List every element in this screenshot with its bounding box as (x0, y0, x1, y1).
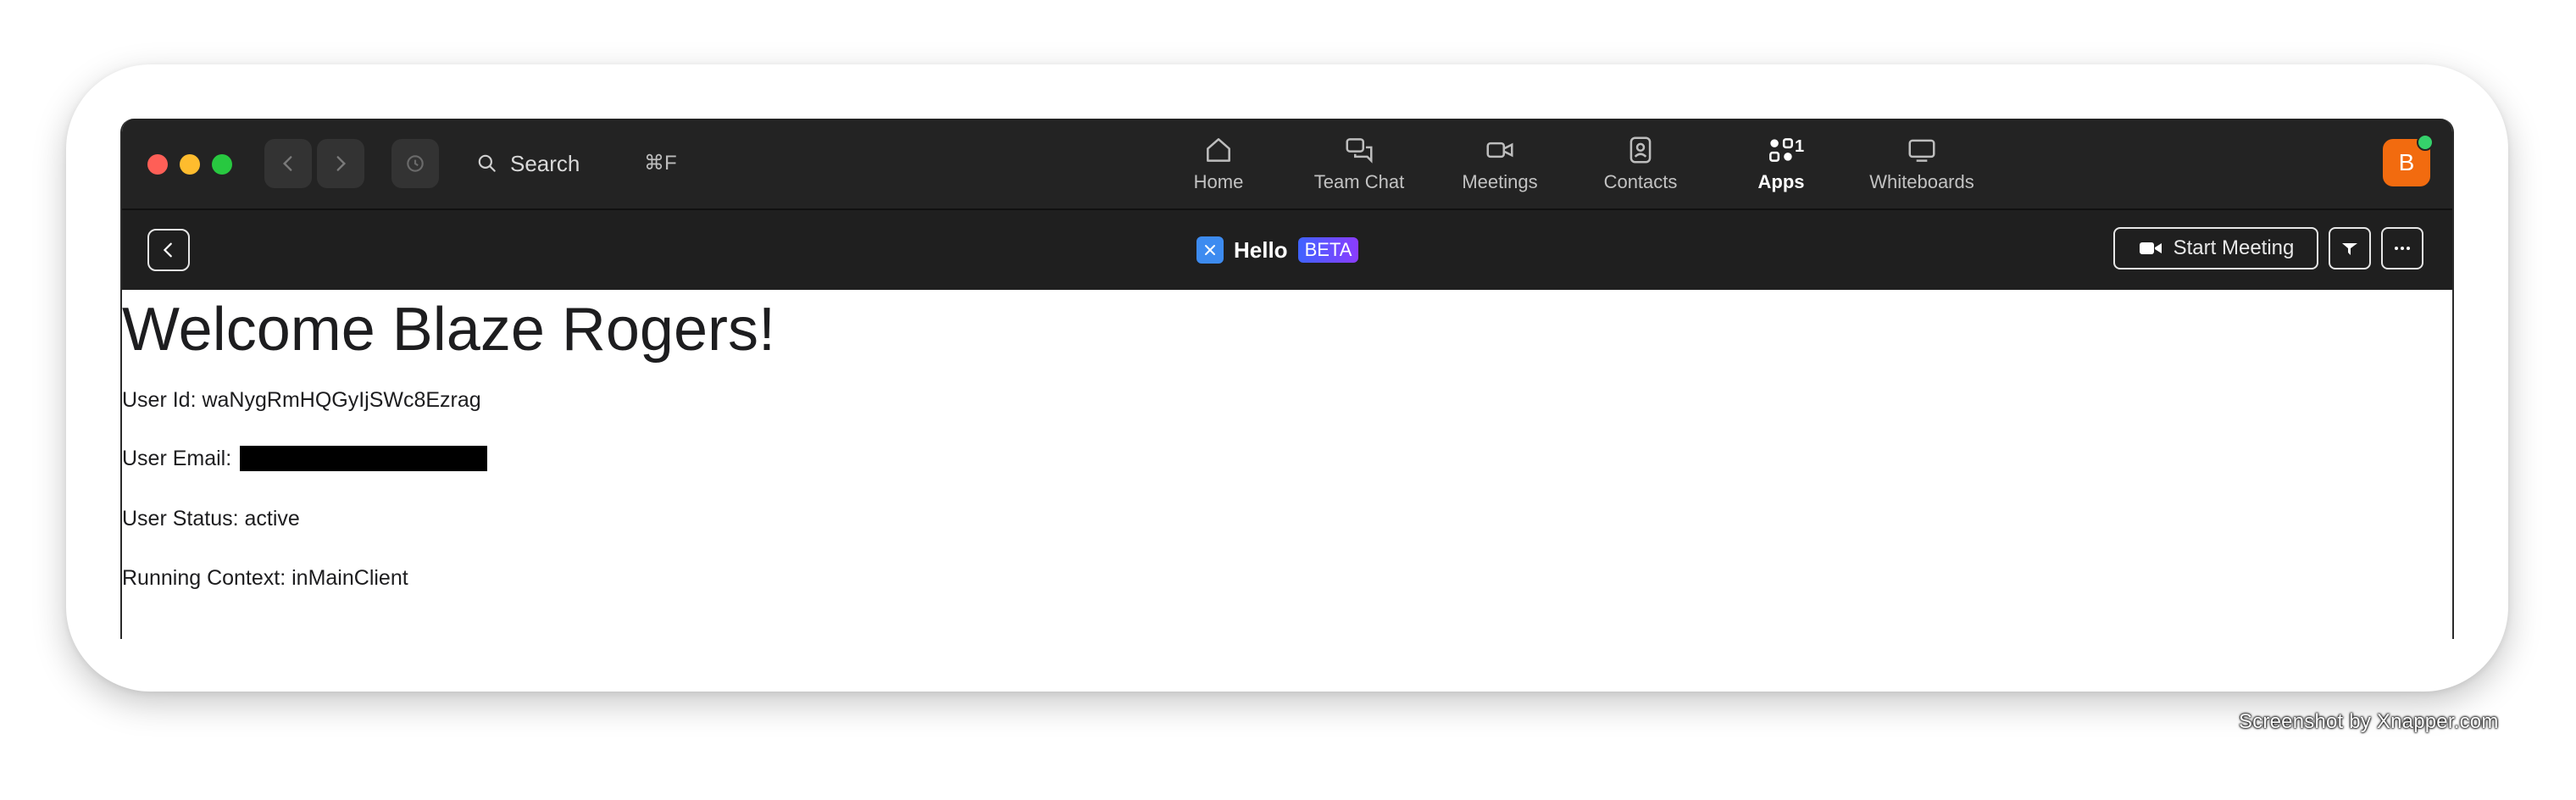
app-content: Welcome Blaze Rogers! User Id: waNygRmHQ… (122, 290, 2452, 639)
app-header: Hello BETA Start Meeting (122, 210, 2452, 290)
tab-apps[interactable]: 1 Apps (1713, 134, 1849, 202)
search-icon (478, 154, 496, 172)
user-status-text: User Status: active (122, 507, 300, 531)
apps-icon (1769, 138, 1793, 162)
running-context-text: Running Context: inMainClient (122, 566, 408, 590)
watermark: Screenshot by Xnapper.com (2239, 710, 2499, 733)
search-box[interactable]: Search (476, 144, 580, 183)
search-label: Search (510, 150, 580, 176)
tab-home-label: Home (1193, 171, 1244, 192)
back-button[interactable] (264, 139, 312, 188)
user-id-text: User Id: waNygRmHQGyIjSWc8Ezrag (122, 388, 481, 412)
tab-contacts-label: Contacts (1603, 171, 1678, 192)
app-window: Search ⌘F Home Team Chat Meetings Contac… (120, 119, 2454, 639)
start-meeting-button[interactable]: Start Meeting (2113, 227, 2318, 269)
tab-meetings[interactable]: Meetings (1432, 134, 1568, 202)
chevron-left-icon (282, 156, 292, 171)
tab-meetings-label: Meetings (1462, 171, 1538, 192)
app-logo-icon (1196, 236, 1224, 264)
history-icon (407, 155, 424, 172)
tab-contacts[interactable]: Contacts (1573, 134, 1708, 202)
title-bar: Search ⌘F Home Team Chat Meetings Contac… (122, 119, 2452, 210)
more-horizontal-icon (2395, 247, 2410, 250)
app-title: Hello BETA (1196, 231, 1359, 269)
redacted-email (240, 446, 488, 471)
tab-home[interactable]: Home (1151, 134, 1286, 202)
chevron-left-icon (163, 242, 172, 258)
app-back-button[interactable] (147, 229, 190, 271)
tab-whiteboards-label: Whiteboards (1869, 171, 1974, 192)
whiteboard-icon (1908, 139, 1935, 162)
send-icon (2342, 243, 2357, 255)
start-meeting-label: Start Meeting (2173, 236, 2295, 259)
tab-apps-label: Apps (1757, 171, 1805, 192)
chevron-right-icon (336, 156, 347, 171)
user-email-row: User Email: (122, 446, 488, 471)
more-options-button[interactable] (2381, 227, 2423, 269)
share-button[interactable] (2329, 227, 2371, 269)
apps-badge-count: 1 (1795, 137, 1805, 156)
close-window-button[interactable] (147, 154, 168, 175)
chat-bubbles-icon (1346, 138, 1373, 164)
beta-badge: BETA (1297, 237, 1359, 263)
page-title: Welcome Blaze Rogers! (122, 296, 775, 364)
contact-card-icon (1629, 136, 1652, 164)
video-camera-icon (2139, 242, 2162, 254)
forward-button[interactable] (317, 139, 364, 188)
video-camera-icon (1486, 142, 1513, 158)
minimize-window-button[interactable] (180, 154, 200, 175)
user-email-label: User Email: (122, 446, 232, 470)
tab-team-chat-label: Team Chat (1313, 171, 1405, 192)
history-button[interactable] (391, 139, 439, 188)
zoom-window-button[interactable] (212, 154, 232, 175)
tab-whiteboards[interactable]: Whiteboards (1854, 134, 1990, 202)
presence-status-dot (2417, 134, 2434, 151)
home-icon (1207, 138, 1230, 162)
app-name: Hello (1234, 236, 1288, 263)
search-shortcut: ⌘F (644, 152, 677, 175)
tab-team-chat[interactable]: Team Chat (1291, 134, 1427, 202)
